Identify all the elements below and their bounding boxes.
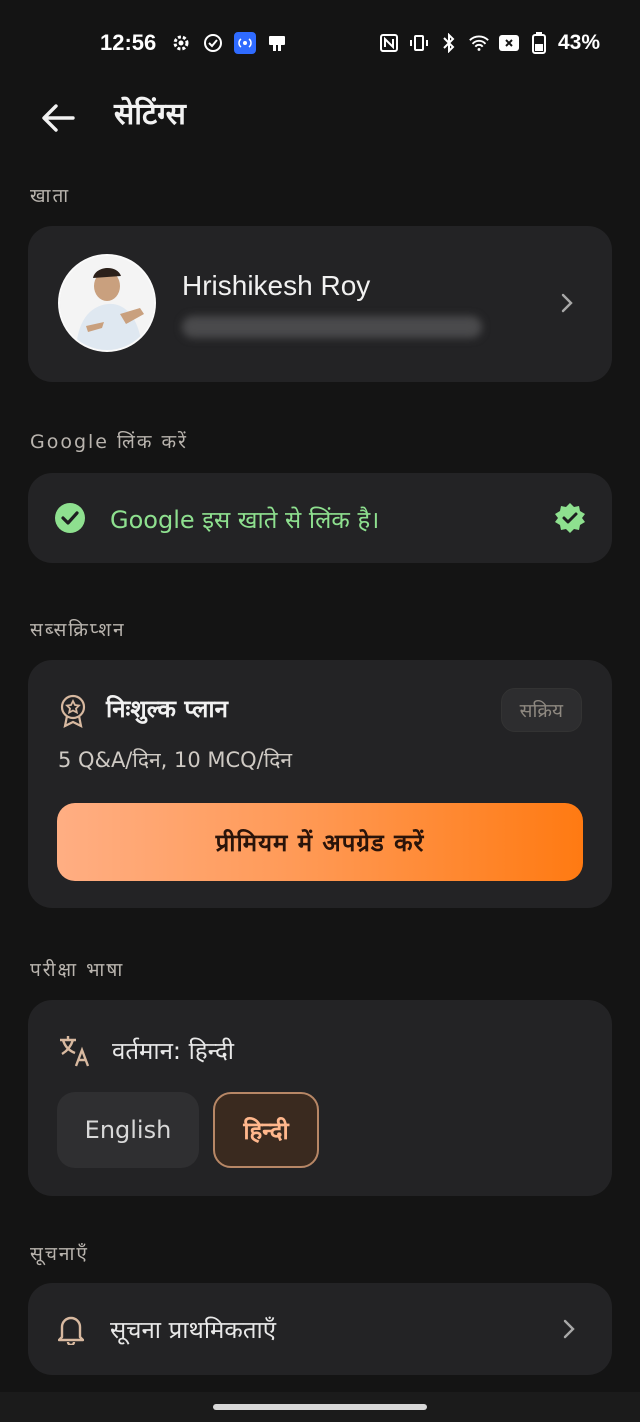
hotspot-icon — [234, 32, 257, 54]
page-title: सेटिंग्स — [114, 97, 186, 132]
account-card[interactable]: Hrishikesh Roy — [28, 226, 612, 382]
award-icon — [58, 694, 88, 732]
check-circle-icon — [202, 32, 224, 54]
status-left-icons — [170, 32, 288, 54]
google-link-status: Google इस खाते से लिंक है। — [110, 506, 380, 534]
section-label-language: परीक्षा भाषा — [30, 959, 125, 981]
language-option-label: English — [84, 1116, 172, 1144]
section-label-subscription: सब्सक्रिप्शन — [30, 619, 126, 641]
status-time: 12:56 — [100, 30, 157, 55]
gear-icon — [170, 32, 192, 54]
plan-limits: 5 Q&A/दिन, 10 MCQ/दिन — [58, 748, 293, 772]
language-card: वर्तमान: हिन्दी English हिन्दी — [28, 1000, 612, 1196]
back-button[interactable] — [36, 98, 80, 138]
app-header: सेटिंग्स — [0, 86, 640, 146]
nfc-pay-icon — [266, 32, 288, 54]
chevron-right-icon — [556, 292, 578, 314]
upgrade-button-label: प्रीमियम में अपग्रेड करें — [215, 828, 425, 857]
section-label-account: खाता — [30, 185, 71, 207]
battery-percent: 43% — [557, 31, 600, 54]
wifi-icon — [468, 32, 490, 54]
battery-icon — [528, 32, 550, 54]
no-sim-icon — [498, 32, 520, 54]
bluetooth-icon — [438, 32, 460, 54]
vibrate-icon — [408, 32, 430, 54]
user-email-redacted — [182, 316, 482, 338]
status-badge: सक्रिय — [500, 688, 582, 732]
section-label-notifications: सूचनाएँ — [30, 1243, 89, 1265]
status-right-icons: 43% — [378, 31, 600, 55]
check-circle-icon — [54, 502, 86, 538]
language-option-label: हिन्दी — [243, 1116, 289, 1145]
language-option-english[interactable]: English — [57, 1092, 199, 1168]
home-indicator[interactable] — [213, 1404, 427, 1410]
subscription-card: निःशुल्क प्लान सक्रिय 5 Q&A/दिन, 10 MCQ/… — [28, 660, 612, 908]
chevron-right-icon — [558, 1318, 580, 1340]
notification-preferences-label: सूचना प्राथमिकताएँ — [110, 1316, 277, 1344]
avatar — [58, 254, 156, 352]
translate-icon — [58, 1034, 92, 1072]
user-name: Hrishikesh Roy — [182, 270, 371, 301]
current-language: वर्तमान: हिन्दी — [112, 1037, 234, 1065]
verified-badge-icon — [554, 502, 586, 538]
arrow-left-icon — [42, 104, 75, 132]
status-bar: 12:56 43% — [0, 0, 640, 86]
language-option-hindi[interactable]: हिन्दी — [213, 1092, 319, 1168]
nfc-icon — [378, 32, 400, 54]
notification-preferences-row[interactable]: सूचना प्राथमिकताएँ — [28, 1283, 612, 1375]
section-label-google: Google लिंक करें — [30, 431, 188, 453]
upgrade-premium-button[interactable]: प्रीमियम में अपग्रेड करें — [57, 803, 583, 881]
google-link-card: Google इस खाते से लिंक है। — [28, 473, 612, 563]
bell-icon — [57, 1313, 85, 1349]
plan-name: निःशुल्क प्लान — [106, 695, 228, 723]
